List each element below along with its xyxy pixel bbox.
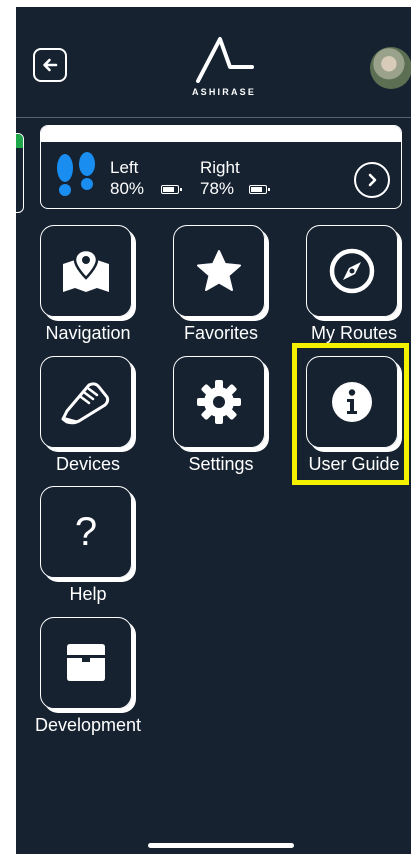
settings-button[interactable] bbox=[173, 356, 265, 448]
my-routes-button[interactable] bbox=[306, 225, 398, 317]
left-battery-icon bbox=[161, 185, 182, 194]
device-card-header bbox=[41, 126, 401, 142]
home-indicator[interactable] bbox=[148, 843, 294, 848]
left-shoe-label: Left bbox=[110, 158, 139, 177]
help-button[interactable]: ? bbox=[40, 486, 132, 578]
right-shoe-label: Right bbox=[200, 158, 240, 177]
left-battery-value: 80% bbox=[110, 179, 145, 198]
device-status-card[interactable]: Left 80% Right 78% bbox=[40, 125, 402, 209]
menu-tile-favorites[interactable]: Favorites bbox=[165, 225, 265, 343]
devices-button[interactable] bbox=[40, 356, 132, 448]
menu-tile-devices[interactable]: Devices bbox=[32, 356, 132, 474]
help-label: Help bbox=[69, 584, 107, 604]
gear-icon bbox=[197, 380, 241, 424]
star-icon bbox=[197, 250, 241, 291]
logo-mark bbox=[196, 37, 254, 83]
connected-status-bar bbox=[16, 134, 23, 148]
compass-icon bbox=[329, 248, 375, 294]
my-routes-label: My Routes bbox=[310, 323, 398, 343]
right-battery-value: 78% bbox=[200, 179, 235, 198]
development-button[interactable] bbox=[40, 617, 132, 709]
menu-tile-my-routes[interactable]: My Routes bbox=[298, 225, 398, 343]
right-battery-icon bbox=[249, 185, 270, 194]
menu-tile-development[interactable]: Development bbox=[32, 617, 141, 735]
menu-tile-navigation[interactable]: Navigation bbox=[32, 225, 132, 343]
box-icon bbox=[67, 644, 105, 681]
favorites-button[interactable] bbox=[173, 225, 265, 317]
header-divider bbox=[16, 117, 411, 118]
highlight-box bbox=[292, 343, 409, 485]
arrow-left-icon bbox=[43, 58, 58, 72]
map-pin-icon bbox=[63, 248, 109, 292]
logo-wordmark: ASHIRASE bbox=[191, 87, 257, 97]
footprints-icon bbox=[57, 152, 95, 196]
menu-tile-help[interactable]: ? Help bbox=[32, 486, 132, 604]
menu-tile-settings[interactable]: Settings bbox=[165, 356, 265, 474]
chevron-right-icon bbox=[368, 173, 377, 187]
previous-device-card[interactable] bbox=[16, 133, 24, 213]
back-button[interactable] bbox=[33, 48, 67, 82]
development-label: Development bbox=[34, 715, 142, 735]
navigation-button[interactable] bbox=[40, 225, 132, 317]
app-screen: ASHIRASE Left 80% Right 78% Navigation F… bbox=[16, 7, 411, 854]
shoe-icon bbox=[61, 382, 110, 425]
app-logo: ASHIRASE bbox=[184, 33, 264, 105]
avatar[interactable] bbox=[370, 47, 411, 89]
device-next-button[interactable] bbox=[354, 162, 390, 198]
question-mark-icon: ? bbox=[74, 510, 98, 554]
